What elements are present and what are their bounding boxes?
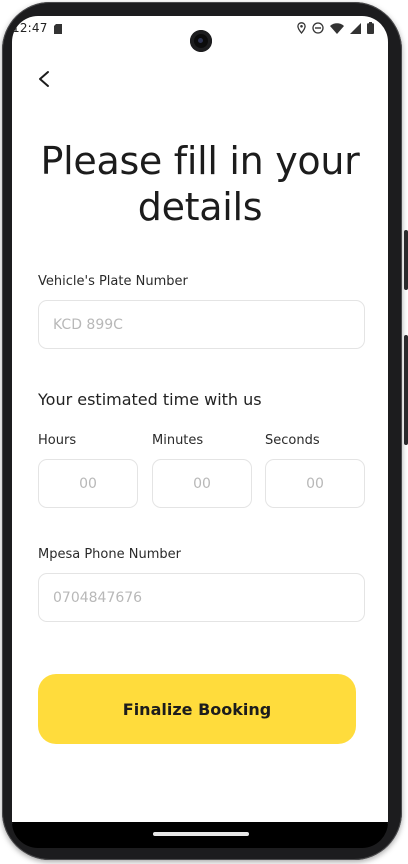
location-icon: [297, 22, 306, 34]
plate-label: Vehicle's Plate Number: [38, 274, 188, 289]
battery-icon: [367, 22, 374, 34]
seconds-input[interactable]: [265, 459, 365, 508]
back-button[interactable]: [32, 64, 58, 94]
finalize-booking-button[interactable]: Finalize Booking: [38, 674, 356, 744]
plate-number-input[interactable]: [38, 300, 365, 349]
home-indicator[interactable]: [153, 832, 249, 836]
status-icons: [297, 22, 374, 34]
status-time: 12:47: [12, 21, 48, 35]
power-button: [404, 230, 408, 290]
volume-button: [404, 335, 408, 445]
hours-label: Hours: [38, 433, 77, 448]
hours-input[interactable]: [38, 459, 138, 508]
wifi-icon: [330, 22, 344, 34]
do-not-disturb-icon: [312, 22, 324, 34]
phone-number-input[interactable]: [38, 573, 365, 622]
app-screen: 12:47 Please fill in your details Vehicl…: [12, 16, 388, 824]
sd-card-icon: [54, 24, 62, 34]
device-frame: 12:47 Please fill in your details Vehicl…: [0, 0, 408, 864]
seconds-label: Seconds: [265, 433, 320, 448]
minutes-input[interactable]: [152, 459, 252, 508]
chevron-left-icon: [39, 71, 49, 87]
navigation-bar: [12, 822, 388, 848]
time-section-heading: Your estimated time with us: [38, 390, 262, 409]
minutes-label: Minutes: [152, 433, 204, 448]
front-camera: [190, 30, 212, 52]
phone-label: Mpesa Phone Number: [38, 547, 181, 562]
page-title: Please fill in your details: [40, 139, 360, 229]
signal-icon: [350, 22, 361, 34]
